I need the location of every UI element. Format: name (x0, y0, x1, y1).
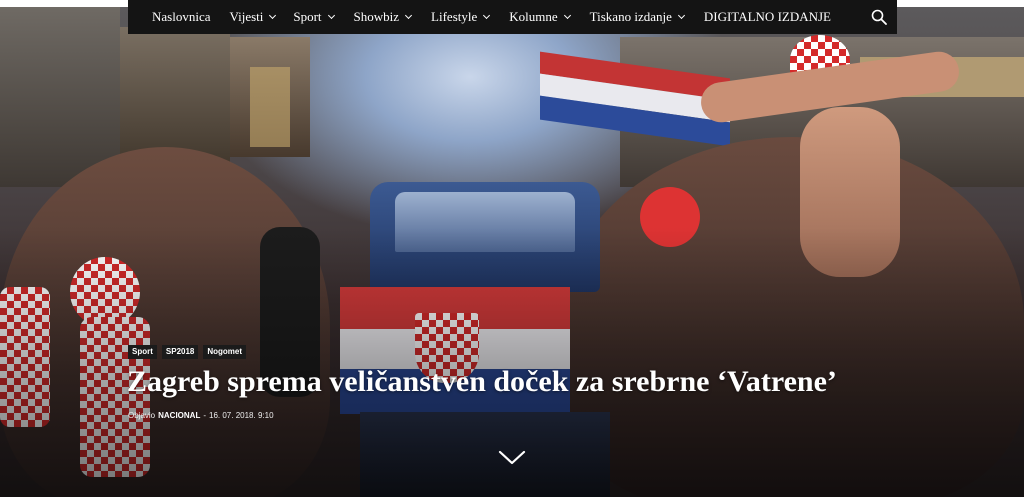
article-meta: Objavio NACIONAL - 16. 07. 2018. 9:10 (128, 411, 274, 420)
article-title[interactable]: Zagreb sprema veličanstven doček za sreb… (127, 362, 887, 402)
search-icon[interactable] (871, 9, 887, 25)
chevron-down-icon (327, 11, 335, 20)
nav-item-label: Sport (293, 9, 322, 24)
tag-nogomet[interactable]: Nogomet (203, 345, 247, 359)
author-link[interactable]: NACIONAL (158, 411, 200, 420)
meta-separator: - (203, 411, 207, 420)
nav-item-showbiz[interactable]: Showbiz (353, 0, 413, 34)
main-nav: Naslovnica Vijesti Sport Showbiz Lifesty… (128, 0, 897, 34)
nav-item-label: Vijesti (229, 9, 264, 24)
byline-prefix: Objavio (128, 411, 156, 420)
chevron-down-icon (483, 11, 491, 20)
nav-item-digitalno-izdanje[interactable]: DIGITALNO IZDANJE (704, 0, 831, 34)
chevron-down-icon[interactable] (497, 446, 527, 468)
nav-item-label: Tiskano izdanje (589, 9, 672, 24)
article-tags: Sport SP2018 Nogomet (128, 345, 247, 359)
hero-image (0, 7, 1024, 497)
nav-item-kolumne[interactable]: Kolumne (509, 0, 571, 34)
article-date: 16. 07. 2018. 9:10 (209, 411, 274, 420)
nav-item-tiskano-izdanje[interactable]: Tiskano izdanje (589, 0, 685, 34)
nav-item-label: Kolumne (509, 9, 558, 24)
nav-item-lifestyle[interactable]: Lifestyle (431, 0, 491, 34)
nav-item-vijesti[interactable]: Vijesti (229, 0, 277, 34)
nav-item-naslovnica[interactable]: Naslovnica (152, 0, 210, 34)
nav-item-sport[interactable]: Sport (293, 0, 335, 34)
tag-sport[interactable]: Sport (128, 345, 157, 359)
chevron-down-icon (405, 11, 413, 20)
chevron-down-icon (563, 11, 571, 20)
nav-item-label: Lifestyle (431, 9, 478, 24)
chevron-down-icon (677, 11, 685, 20)
tag-sp2018[interactable]: SP2018 (161, 345, 199, 359)
hero-shade (0, 7, 1024, 497)
chevron-down-icon (269, 11, 277, 20)
nav-item-label: Showbiz (353, 9, 400, 24)
nav-item-label: Naslovnica (152, 9, 211, 24)
nav-item-label: DIGITALNO IZDANJE (703, 9, 831, 24)
